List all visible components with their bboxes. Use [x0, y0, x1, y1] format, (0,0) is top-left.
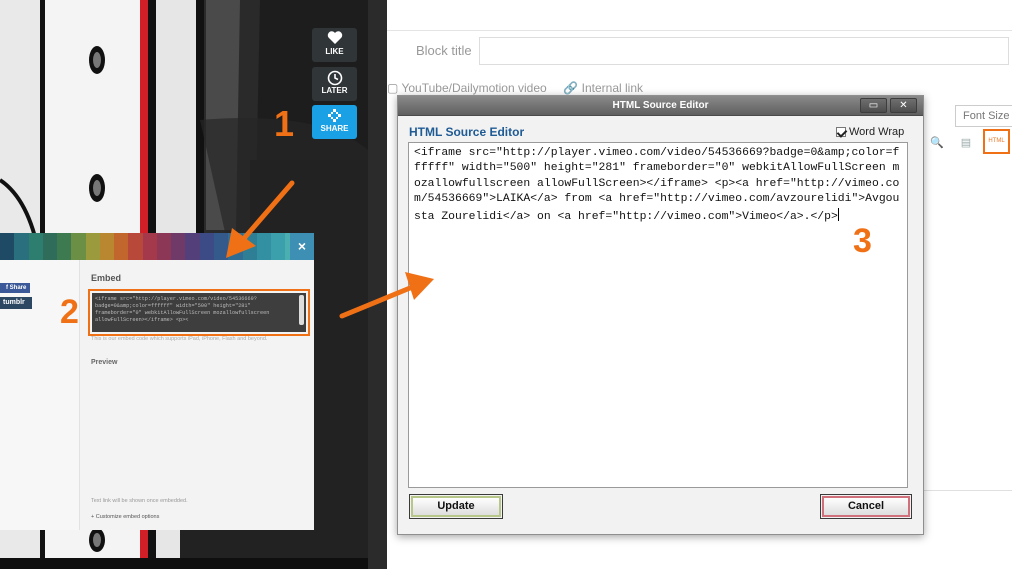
- cancel-button[interactable]: Cancel: [822, 496, 910, 517]
- dialog-titlebar[interactable]: HTML Source Editor ▭ ✕: [398, 96, 923, 116]
- like-button[interactable]: LIKE: [312, 28, 357, 62]
- find-icon[interactable]: 🔍: [929, 136, 945, 150]
- word-wrap-toggle[interactable]: Word Wrap: [836, 126, 904, 138]
- embed-code-highlight: <iframe src="http://player.vimeo.com/vid…: [88, 289, 310, 336]
- content-type-options: ▢ YouTube/Dailymotion video 🔗 Internal l…: [387, 81, 643, 95]
- color-swatch[interactable]: [171, 233, 186, 260]
- maximize-icon[interactable]: ▭: [860, 98, 887, 113]
- share-close-button[interactable]: ×: [290, 233, 314, 260]
- like-label: LIKE: [325, 47, 344, 56]
- html-source-textarea[interactable]: <iframe src="http://player.vimeo.com/vid…: [408, 142, 908, 488]
- color-swatch[interactable]: [114, 233, 129, 260]
- clock-icon: [312, 67, 357, 86]
- close-icon[interactable]: ✕: [890, 98, 917, 113]
- block-title-input[interactable]: [479, 37, 1009, 65]
- color-swatch[interactable]: [185, 233, 200, 260]
- color-swatch[interactable]: [156, 233, 172, 260]
- color-swatch[interactable]: [213, 233, 229, 260]
- share-button[interactable]: SHARE: [312, 105, 357, 139]
- color-swatch[interactable]: [199, 233, 214, 260]
- share-icon: [312, 105, 357, 124]
- embed-code-textarea[interactable]: <iframe src="http://player.vimeo.com/vid…: [92, 293, 306, 332]
- color-swatch[interactable]: [256, 233, 272, 260]
- editor-heading: HTML Source Editor: [409, 125, 525, 139]
- facebook-share-button[interactable]: f Share: [0, 283, 30, 293]
- color-swatch[interactable]: [142, 233, 157, 260]
- color-swatch[interactable]: [71, 233, 86, 260]
- update-button[interactable]: Update: [411, 496, 501, 517]
- color-swatch-strip[interactable]: [0, 233, 314, 260]
- color-swatch[interactable]: [28, 233, 43, 260]
- share-embed-panel: × f Share tumblr Embed <iframe src="http…: [0, 233, 314, 530]
- youtube-video-option[interactable]: YouTube/Dailymotion video: [401, 81, 546, 95]
- block-title-label: Block title: [416, 43, 472, 58]
- embed-code-text: <iframe src="http://player.vimeo.com/vid…: [95, 296, 270, 323]
- dialog-title: HTML Source Editor: [612, 100, 709, 111]
- color-swatch[interactable]: [228, 233, 243, 260]
- font-size-select[interactable]: Font Size: [955, 105, 1012, 127]
- template-icon[interactable]: ▤: [958, 136, 974, 150]
- color-swatch[interactable]: [99, 233, 115, 260]
- divider: [387, 30, 1012, 31]
- watch-later-button[interactable]: LATER: [312, 67, 357, 101]
- preview-heading: Preview: [91, 359, 118, 366]
- embed-support-note: This is our embed code which supports iP…: [91, 336, 268, 342]
- word-wrap-checkbox[interactable]: [836, 127, 846, 137]
- color-swatch[interactable]: [85, 233, 100, 260]
- color-swatch[interactable]: [57, 233, 72, 260]
- color-swatch[interactable]: [242, 233, 257, 260]
- customize-embed-link[interactable]: + Customize embed options: [91, 514, 159, 520]
- embed-scrollbar[interactable]: [299, 295, 304, 325]
- color-swatch[interactable]: [0, 233, 15, 260]
- html-source-text: <iframe src="http://player.vimeo.com/vid…: [414, 147, 900, 223]
- heart-icon: [312, 28, 357, 47]
- video-player[interactable]: LIKE LATER SHARE × f Share tumblr Embed: [0, 0, 368, 569]
- text-caret: [837, 207, 839, 221]
- screenshot-root: LIKE LATER SHARE × f Share tumblr Embed: [0, 0, 1012, 569]
- callout-number-3: 3: [853, 222, 872, 260]
- internal-link-option[interactable]: Internal link: [582, 81, 643, 95]
- callout-number-1: 1: [274, 103, 295, 144]
- color-swatch[interactable]: [271, 233, 286, 260]
- color-swatch[interactable]: [128, 233, 143, 260]
- tumblr-share-button[interactable]: tumblr: [0, 297, 32, 309]
- text-link-note: Text link will be shown once embedded.: [91, 498, 188, 504]
- callout-number-2: 2: [60, 293, 79, 331]
- word-wrap-label: Word Wrap: [849, 126, 905, 138]
- link-icon: 🔗: [563, 81, 579, 95]
- page-gutter: [368, 0, 387, 569]
- color-swatch[interactable]: [14, 233, 29, 260]
- color-swatch[interactable]: [42, 233, 58, 260]
- share-label: SHARE: [320, 124, 349, 133]
- html-source-editor-dialog: HTML Source Editor ▭ ✕ HTML Source Edito…: [397, 95, 924, 535]
- later-label: LATER: [321, 86, 348, 95]
- editor-bottom-rule: [924, 490, 1012, 491]
- html-source-button[interactable]: HTML: [983, 129, 1010, 154]
- video-option-icon: ▢: [387, 81, 399, 95]
- embed-heading: Embed: [91, 273, 122, 283]
